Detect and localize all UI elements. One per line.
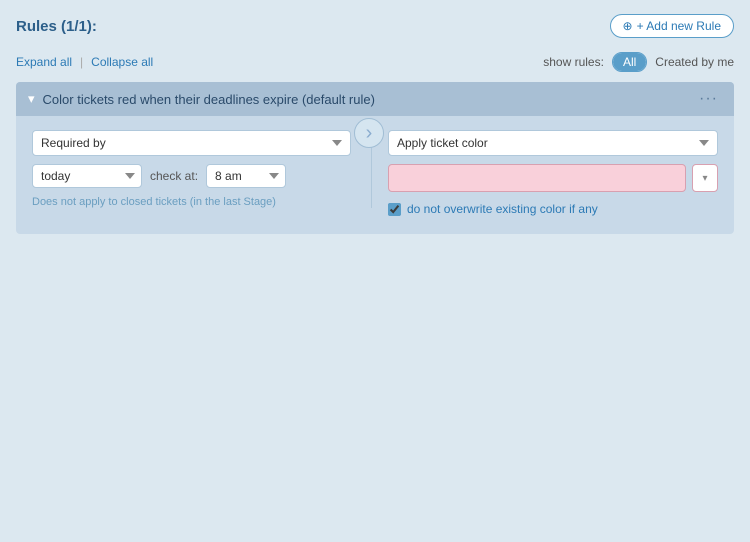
chevron-down-icon: ▾ [702, 173, 707, 184]
chevron-down-icon[interactable]: ▾ [28, 91, 35, 107]
time-select[interactable]: 8 am [206, 164, 286, 188]
divider: | [80, 55, 83, 69]
plus-icon: ⊕ [623, 19, 633, 33]
left-panel: Required by today check at: 8 am Does no… [32, 130, 372, 208]
page-container: Rules (1/1): ⊕ + Add new Rule Expand all… [0, 0, 750, 542]
dots-icon: ··· [699, 90, 718, 107]
collapse-all-link[interactable]: Collapse all [91, 55, 153, 69]
overwrite-checkbox[interactable] [388, 203, 401, 216]
page-title: Rules (1/1): [16, 18, 97, 35]
date-select[interactable]: today [32, 164, 142, 188]
right-panel: Apply ticket color ▾ do not overwrite ex… [372, 130, 718, 216]
expand-all-link[interactable]: Expand all [16, 55, 72, 69]
action-dropdown[interactable]: Apply ticket color [388, 130, 718, 156]
rule-title: Color tickets red when their deadlines e… [43, 92, 687, 107]
checkbox-row: do not overwrite existing color if any [388, 202, 718, 216]
rule-header: ▾ Color tickets red when their deadlines… [16, 82, 734, 116]
note-text: Does not apply to closed tickets (in the… [32, 196, 351, 208]
rule-body: Required by today check at: 8 am Does no… [16, 116, 734, 234]
toolbar-row: Expand all | Collapse all show rules: Al… [16, 52, 734, 72]
check-at-label: check at: [150, 169, 198, 183]
overwrite-label: do not overwrite existing color if any [407, 202, 598, 216]
created-by-me-label[interactable]: Created by me [655, 55, 734, 69]
color-preview[interactable] [388, 164, 686, 192]
rule-menu-button[interactable]: ··· [695, 90, 722, 108]
show-rules-row: show rules: All Created by me [543, 52, 734, 72]
toggle-all-button[interactable]: All [613, 53, 646, 71]
header-row: Rules (1/1): ⊕ + Add new Rule [16, 14, 734, 38]
show-rules-label: show rules: [543, 55, 604, 69]
toggle-group: All [612, 52, 647, 72]
color-dropdown-button[interactable]: ▾ [692, 164, 718, 192]
condition-dropdown[interactable]: Required by [32, 130, 351, 156]
add-rule-button[interactable]: ⊕ + Add new Rule [610, 14, 734, 38]
color-row: ▾ [388, 164, 718, 192]
rule-card: ▾ Color tickets red when their deadlines… [16, 82, 734, 234]
date-row: today check at: 8 am [32, 164, 351, 188]
expand-collapse-group: Expand all | Collapse all [16, 55, 153, 69]
